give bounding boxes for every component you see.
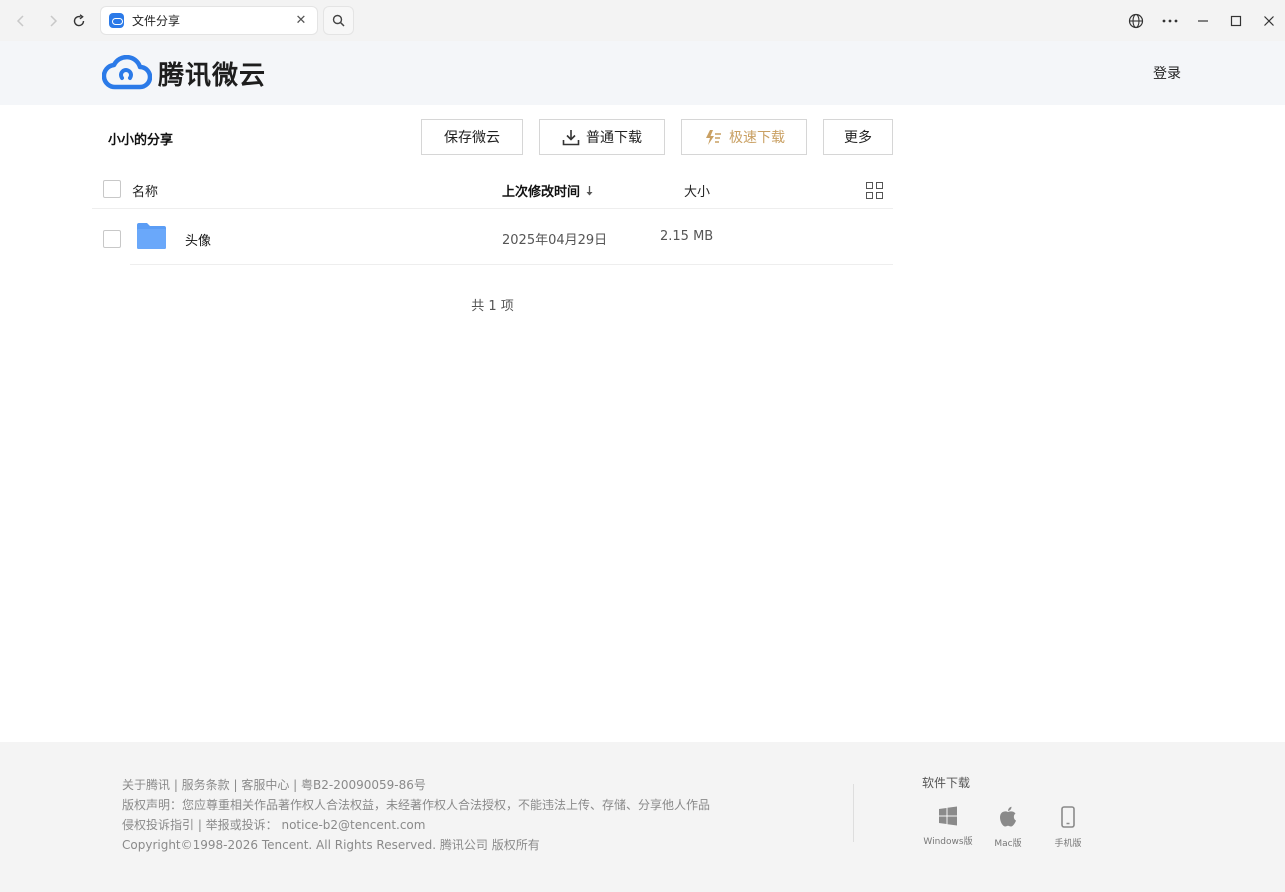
windows-download-label: Windows版: [923, 837, 973, 847]
reload-icon: [73, 14, 85, 27]
more-options-button[interactable]: [1155, 6, 1185, 35]
weiyun-cloud-logo-icon: [102, 55, 152, 90]
ellipsis-icon: [1162, 19, 1178, 22]
weiyun-favicon-icon: [109, 13, 124, 28]
back-button[interactable]: [8, 8, 34, 34]
row-divider: [130, 264, 893, 265]
fast-download-label: 极速下载: [729, 130, 785, 146]
minimize-icon: [1198, 19, 1208, 22]
site-header: 腾讯微云 登录: [0, 41, 1285, 105]
browser-tab[interactable]: 文件分享 ✕: [100, 6, 318, 35]
maximize-icon: [1230, 15, 1242, 26]
grid-cell: [876, 182, 883, 189]
maximize-button[interactable]: [1221, 6, 1251, 35]
footer-report-line[interactable]: 侵权投诉指引 | 举报或投诉： notice-b2@tencent.com: [122, 815, 710, 835]
forward-arrow-icon: [50, 15, 58, 27]
mobile-download-label: 手机版: [1054, 839, 1082, 849]
footer: 关于腾讯 | 服务条款 | 客服中心 | 粤B2-20090059-86号 版权…: [0, 742, 1285, 892]
save-button-label: 保存微云: [444, 130, 500, 146]
more-button[interactable]: 更多: [823, 119, 893, 155]
footer-divider: [853, 784, 854, 842]
share-title: 小小的分享: [108, 133, 174, 148]
download-button-label: 普通下载: [586, 130, 642, 146]
close-window-button[interactable]: [1254, 6, 1284, 35]
tab-search-button[interactable]: [323, 6, 354, 35]
grid-cell: [876, 192, 883, 199]
item-count: 共 1 项: [471, 299, 514, 314]
apple-icon: [1000, 806, 1016, 827]
mac-download-link[interactable]: Mac版: [978, 806, 1038, 849]
lightning-icon: [706, 129, 721, 145]
logo-text: 腾讯微云: [158, 60, 267, 91]
software-download-title: 软件下载: [922, 776, 971, 790]
file-modified-date: 2025年04月29日: [502, 233, 608, 248]
column-name-header[interactable]: 名称: [132, 181, 158, 200]
file-name[interactable]: 头像: [185, 230, 211, 249]
more-button-label: 更多: [844, 130, 872, 146]
column-size-header[interactable]: 大小: [684, 181, 710, 200]
tab-title: 文件分享: [132, 14, 181, 28]
file-size: 2.15 MB: [660, 229, 714, 244]
footer-copyright-line: Copyright©1998-2026 Tencent. All Rights …: [122, 838, 540, 852]
login-link[interactable]: 登录: [1153, 63, 1181, 83]
grid-cell: [866, 182, 873, 189]
mac-download-label: Mac版: [994, 839, 1022, 849]
weiyun-logo[interactable]: 腾讯微云: [102, 53, 266, 93]
grid-cell: [866, 192, 873, 199]
windows-download-link[interactable]: Windows版: [918, 806, 978, 847]
forward-button[interactable]: [40, 8, 66, 34]
column-modified-label: 上次修改时间: [502, 185, 581, 200]
close-icon: [1264, 15, 1274, 26]
grid-view-icon[interactable]: [866, 182, 883, 199]
table-row[interactable]: 头像 2025年04月29日 2.15 MB: [92, 209, 893, 265]
search-icon: [332, 14, 345, 27]
column-modified-header[interactable]: 上次修改时间: [502, 181, 594, 200]
minimize-button[interactable]: [1188, 6, 1218, 35]
browser-window: 文件分享 ✕ 腾讯微云 登录 小小的分享 保存微云 普通下载 极速下载 更多 名…: [0, 0, 1285, 892]
phone-icon: [1061, 806, 1075, 828]
reload-button[interactable]: [66, 8, 92, 34]
file-list-header: 名称 上次修改时间 大小: [92, 170, 893, 209]
globe-icon: [1128, 13, 1144, 28]
browser-titlebar: 文件分享 ✕: [0, 0, 1285, 41]
sort-down-arrow-icon: [586, 186, 593, 196]
mobile-download-link[interactable]: 手机版: [1038, 806, 1098, 849]
row-checkbox[interactable]: [103, 230, 121, 248]
select-all-checkbox[interactable]: [103, 180, 121, 198]
language-button[interactable]: [1121, 6, 1151, 35]
save-to-weiyun-button[interactable]: 保存微云: [421, 119, 523, 155]
footer-links[interactable]: 关于腾讯 | 服务条款 | 客服中心 | 粤B2-20090059-86号: [122, 775, 710, 795]
windows-icon: [939, 806, 957, 826]
back-arrow-icon: [16, 15, 24, 27]
normal-download-button[interactable]: 普通下载: [539, 119, 665, 155]
footer-copyright-notice: 版权声明：您应尊重相关作品著作权人合法权益，未经著作权人合法授权，不能违法上传、…: [122, 798, 711, 812]
download-icon: [562, 129, 580, 145]
folder-icon: [137, 223, 166, 249]
fast-download-button[interactable]: 极速下载: [681, 119, 807, 155]
footer-text-block: 关于腾讯 | 服务条款 | 客服中心 | 粤B2-20090059-86号 版权…: [122, 775, 710, 855]
tab-close-icon[interactable]: ✕: [291, 13, 311, 28]
